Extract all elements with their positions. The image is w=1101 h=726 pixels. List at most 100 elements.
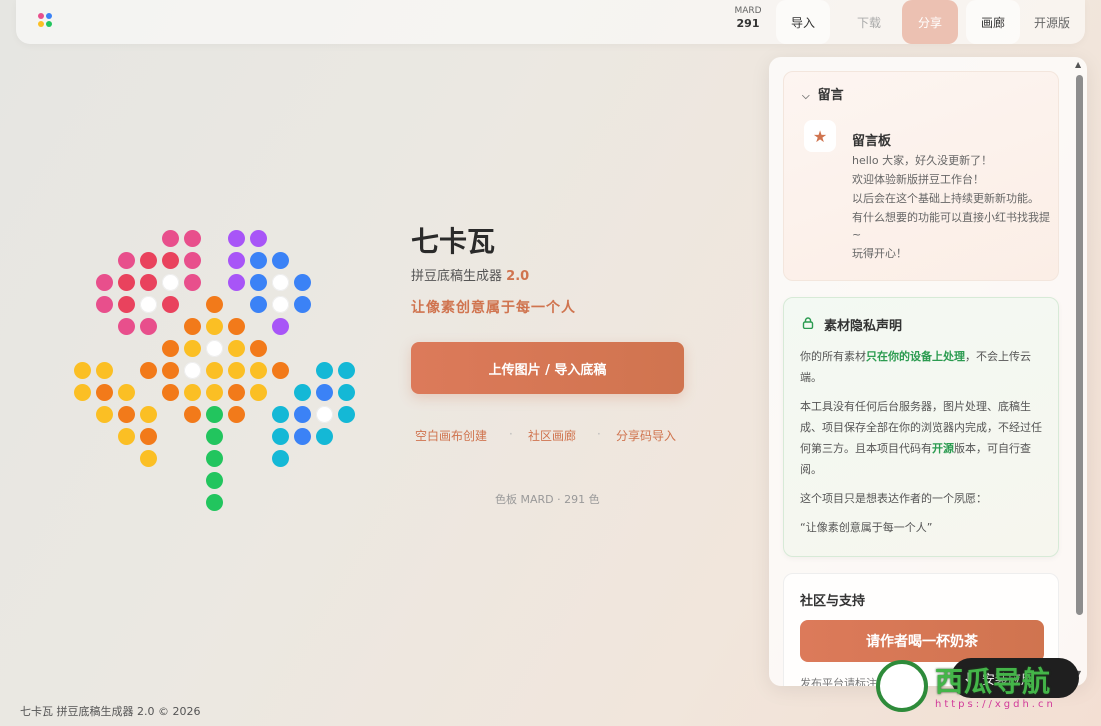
bead xyxy=(96,274,113,291)
gallery-button[interactable]: 画廊 xyxy=(966,0,1020,44)
share-code-import-link[interactable]: 分享码导入 xyxy=(616,427,676,444)
bead xyxy=(316,406,333,423)
bead xyxy=(272,450,289,467)
message-header-label: 留言 xyxy=(817,88,844,103)
message-line: 玩得开心！ xyxy=(852,247,907,260)
import-button[interactable]: 导入 xyxy=(776,0,830,44)
bead xyxy=(294,384,311,401)
bead xyxy=(228,318,245,335)
bead xyxy=(294,406,311,423)
scroll-thumb[interactable] xyxy=(1076,75,1083,615)
bead xyxy=(206,494,223,511)
bead xyxy=(184,406,201,423)
privacy-paragraph: 你的所有素材只在你的设备上处理，不会上传云端。 xyxy=(800,346,1050,388)
bead xyxy=(162,296,179,313)
bead xyxy=(118,318,135,335)
bead xyxy=(118,252,135,269)
bead xyxy=(140,274,157,291)
buy-milk-tea-button[interactable]: 请作者喝一杯奶茶 xyxy=(800,620,1044,662)
message-line: 欢迎体验新版拼豆工作台！ xyxy=(852,173,984,186)
open-source-button[interactable]: 开源版 xyxy=(1024,0,1080,44)
privacy-paragraph: 这个项目只是想表达作者的一个夙愿： xyxy=(800,492,987,505)
bead xyxy=(206,362,223,379)
community-title: 社区与支持 xyxy=(800,594,866,609)
chevron-down-icon[interactable]: ⌵ xyxy=(802,91,810,102)
bead xyxy=(228,362,245,379)
bead xyxy=(162,340,179,357)
download-button[interactable]: 下载 xyxy=(842,0,896,44)
bead xyxy=(206,472,223,489)
bead xyxy=(206,340,223,357)
bead xyxy=(96,362,113,379)
palette-counter-label: MARD xyxy=(734,6,762,16)
bead xyxy=(118,296,135,313)
privacy-title: 素材隐私声明 xyxy=(824,319,903,334)
bead xyxy=(228,252,245,269)
bead xyxy=(316,428,333,445)
version-badge: 2.0 xyxy=(506,269,530,284)
message-card: ⌵ 留言 ★ 留言板 hello 大家，好久没更新了！ 欢迎体验新版拼豆工作台！ … xyxy=(783,71,1059,281)
message-section-header[interactable]: ⌵ 留言 xyxy=(802,84,844,103)
panel-scrollbar[interactable]: ▲ ▼ xyxy=(1073,57,1085,686)
privacy-paragraph: 本工具没有任何后台服务器，图片处理、底稿生成、项目保存全部在你的浏览器内完成，不… xyxy=(800,396,1050,480)
bead xyxy=(184,318,201,335)
bead xyxy=(140,318,157,335)
bead xyxy=(140,428,157,445)
bead xyxy=(250,252,267,269)
bead xyxy=(206,406,223,423)
bead xyxy=(228,406,245,423)
bead xyxy=(184,384,201,401)
message-line: hello 大家，好久没更新了！ xyxy=(852,154,993,167)
bead xyxy=(250,296,267,313)
bead xyxy=(206,384,223,401)
bead xyxy=(338,384,355,401)
watermark-url: https://xgdh.cn xyxy=(935,699,1056,710)
blank-canvas-link[interactable]: 空白画布创建 xyxy=(415,427,487,444)
star-icon: ★ xyxy=(804,120,836,152)
bead xyxy=(272,296,289,313)
link-separator: · xyxy=(509,427,513,441)
bead xyxy=(316,362,333,379)
palette-info: 色板 MARD · 291 色 xyxy=(495,493,600,506)
bead xyxy=(162,252,179,269)
bead xyxy=(140,406,157,423)
bead xyxy=(140,296,157,313)
privacy-body: 你的所有素材只在你的设备上处理，不会上传云端。 本工具没有任何后台服务器，图片处… xyxy=(800,346,1050,546)
upload-image-button[interactable]: 上传图片 / 导入底稿 xyxy=(411,342,684,394)
bead xyxy=(272,252,289,269)
lock-icon xyxy=(802,317,814,329)
bead xyxy=(162,274,179,291)
palette-counter-value: 291 xyxy=(736,16,760,30)
bead xyxy=(272,428,289,445)
bead xyxy=(206,450,223,467)
open-source-link[interactable]: 开源 xyxy=(932,442,954,455)
community-gallery-link[interactable]: 社区画廊 xyxy=(528,427,576,444)
bead xyxy=(96,384,113,401)
bead xyxy=(118,428,135,445)
bead xyxy=(228,384,245,401)
scroll-up-arrow-icon[interactable]: ▲ xyxy=(1075,60,1081,69)
bead xyxy=(118,384,135,401)
hero-subtitle-text: 拼豆底稿生成器 xyxy=(411,269,503,284)
bead xyxy=(206,296,223,313)
bead xyxy=(338,406,355,423)
bead xyxy=(250,230,267,247)
bead xyxy=(96,406,113,423)
privacy-quote: “让像素创意属于每一个人” xyxy=(800,521,933,534)
palette-counter: MARD 291 xyxy=(728,2,768,42)
footer-copyright: 七卡瓦 拼豆底稿生成器 2.0 © 2026 xyxy=(20,705,201,718)
bead xyxy=(206,428,223,445)
bead xyxy=(162,384,179,401)
bead xyxy=(184,252,201,269)
bead xyxy=(316,384,333,401)
bead xyxy=(96,296,113,313)
watermark-text: 西瓜导航 xyxy=(935,665,1052,698)
message-line: 有什么想要的功能可以直接小红书找我提~ xyxy=(852,211,1050,241)
bead-flower-illustration xyxy=(0,0,400,560)
bead xyxy=(162,230,179,247)
bead xyxy=(184,230,201,247)
side-panel[interactable]: ⌵ 留言 ★ 留言板 hello 大家，好久没更新了！ 欢迎体验新版拼豆工作台！ … xyxy=(769,57,1087,686)
message-line: 以后会在这个基础上持续更新新功能。 xyxy=(852,192,1039,205)
share-button[interactable]: 分享 xyxy=(902,0,958,44)
bead xyxy=(140,450,157,467)
